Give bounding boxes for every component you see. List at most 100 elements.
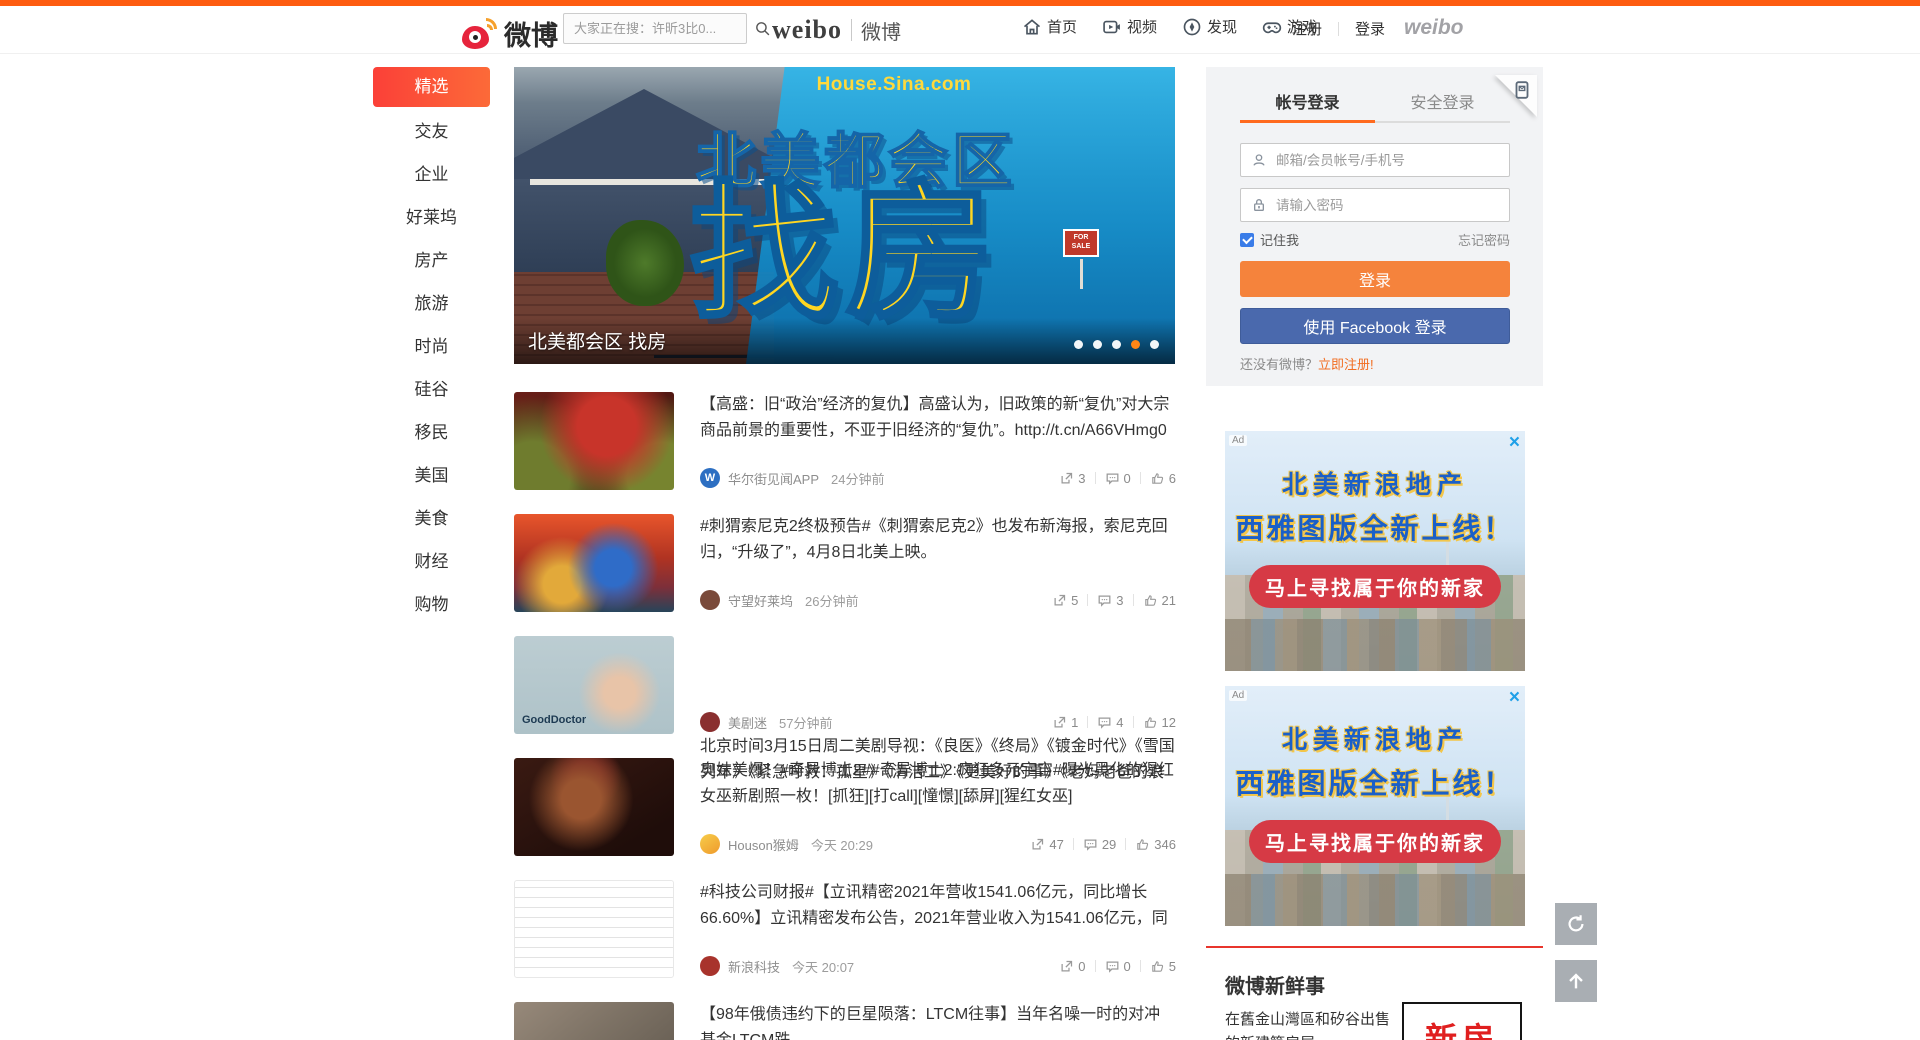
- carousel-dot-5[interactable]: [1150, 340, 1159, 349]
- like-button[interactable]: 6: [1150, 471, 1176, 486]
- ad-cta-button[interactable]: 马上寻找属于你的新家: [1249, 820, 1501, 863]
- sidebar-item-finance[interactable]: 财经: [373, 540, 490, 583]
- remember-me-checkbox[interactable]: [1240, 233, 1254, 247]
- fresh-news-thumbnail[interactable]: 新房: [1402, 1002, 1522, 1040]
- avatar[interactable]: [700, 956, 720, 976]
- auth-links: 注册 登录: [1292, 18, 1385, 39]
- sidebar-item-immigration[interactable]: 移民: [373, 411, 490, 454]
- like-button[interactable]: 5: [1150, 959, 1176, 974]
- carousel-headline-2: 找房: [690, 171, 990, 337]
- sidebar-item-shopping[interactable]: 购物: [373, 583, 490, 626]
- ad-banner-seattle-1[interactable]: 北美新浪地产 西雅图版全新上线！ 马上寻找属于你的新家 Ad ×: [1225, 431, 1525, 671]
- tab-safe-login[interactable]: 安全登录: [1375, 89, 1510, 113]
- category-sidebar: 精选 交友 企业 好莱坞 房产 旅游 时尚 硅谷 移民 美国 美食 财经 购物: [373, 67, 490, 626]
- comment-button[interactable]: 29: [1083, 837, 1116, 852]
- comment-button[interactable]: 4: [1097, 715, 1123, 730]
- carousel-dot-4-active[interactable]: [1131, 340, 1140, 349]
- share-icon: [1059, 959, 1074, 974]
- login-link[interactable]: 登录: [1355, 18, 1385, 39]
- fresh-news-item-text[interactable]: 在舊金山灣區和矽谷出售的新建築房屋: [1225, 1008, 1397, 1040]
- register-link[interactable]: 注册: [1292, 18, 1322, 39]
- post-thumbnail[interactable]: [514, 514, 674, 612]
- post-thumbnail[interactable]: [514, 1002, 674, 1040]
- comment-button[interactable]: 0: [1105, 471, 1131, 486]
- post-thumbnail[interactable]: GoodDoctor: [514, 636, 674, 734]
- like-button[interactable]: 21: [1143, 593, 1176, 608]
- nav-home[interactable]: 首页: [1022, 16, 1077, 37]
- post-text[interactable]: 【高盛：旧“政治”经济的复仇】高盛认为，旧政策的新“复仇”对大宗商品前景的重要性…: [700, 392, 1176, 444]
- like-button[interactable]: 12: [1143, 715, 1176, 730]
- comment-button[interactable]: 3: [1097, 593, 1123, 608]
- share-button[interactable]: 0: [1059, 959, 1085, 974]
- author-name[interactable]: Houson猴姆: [728, 835, 799, 854]
- ad-close-icon[interactable]: ×: [1509, 688, 1520, 707]
- for-sale-sign: FOR SALE: [1063, 229, 1099, 257]
- post-time: 今天 20:29: [811, 835, 873, 854]
- nav-discover[interactable]: 发现: [1182, 16, 1237, 37]
- back-to-top-button[interactable]: [1555, 960, 1597, 1002]
- ad-cta-button[interactable]: 马上寻找属于你的新家: [1249, 565, 1501, 608]
- forgot-password-link[interactable]: 忘记密码: [1458, 230, 1510, 249]
- weibo-logo[interactable]: 微博: [462, 14, 558, 53]
- post-thumbnail[interactable]: [514, 880, 674, 978]
- search-input[interactable]: [564, 21, 754, 36]
- comment-icon: [1105, 959, 1120, 974]
- carousel-dot-3[interactable]: [1112, 340, 1121, 349]
- carousel-dot-2[interactable]: [1093, 340, 1102, 349]
- share-icon: [1052, 715, 1067, 730]
- hero-carousel[interactable]: House.Sina.com 北美都会区 找房 FOR SALE 北美都会区 找…: [514, 67, 1175, 364]
- sidebar-item-food[interactable]: 美食: [373, 497, 490, 540]
- author-name[interactable]: 华尔街见闻APP: [728, 469, 819, 488]
- post-text[interactable]: #科技公司财报#【立讯精密2021年营收1541.06亿元，同比增长66.60%…: [700, 880, 1176, 932]
- ad-close-icon[interactable]: ×: [1509, 433, 1520, 452]
- author-name[interactable]: 美剧迷: [728, 713, 767, 732]
- signup-link[interactable]: 立即注册!: [1318, 357, 1374, 372]
- sidebar-item-dating[interactable]: 交友: [373, 110, 490, 153]
- avatar[interactable]: [700, 590, 720, 610]
- like-icon: [1135, 837, 1150, 852]
- nav-video[interactable]: 视频: [1102, 16, 1157, 37]
- weibo-intl-logo[interactable]: weibo: [1404, 16, 1464, 40]
- login-button[interactable]: 登录: [1240, 261, 1510, 297]
- share-button[interactable]: 3: [1059, 471, 1085, 486]
- sidebar-item-featured[interactable]: 精选: [373, 67, 490, 107]
- share-button[interactable]: 47: [1030, 837, 1063, 852]
- sidebar-item-siliconvalley[interactable]: 硅谷: [373, 368, 490, 411]
- author-name[interactable]: 新浪科技: [728, 957, 780, 976]
- tab-account-login[interactable]: 帐号登录: [1240, 89, 1375, 113]
- author-name[interactable]: 守望好莱坞: [728, 591, 793, 610]
- sidebar-item-travel[interactable]: 旅游: [373, 282, 490, 325]
- password-input[interactable]: [1276, 198, 1509, 213]
- account-input[interactable]: [1276, 153, 1509, 168]
- carousel-dot-1[interactable]: [1074, 340, 1083, 349]
- post-thumbnail[interactable]: [514, 392, 674, 490]
- comment-icon: [1097, 715, 1112, 730]
- avatar[interactable]: W: [700, 468, 720, 488]
- avatar[interactable]: [700, 712, 720, 732]
- search-icon[interactable]: [754, 14, 771, 43]
- facebook-login-button[interactable]: 使用 Facebook 登录: [1240, 308, 1510, 344]
- section-divider: [1206, 946, 1543, 948]
- share-button[interactable]: 1: [1052, 715, 1078, 730]
- avatar[interactable]: [700, 834, 720, 854]
- weibo-wordmark: weibo 微博: [772, 15, 901, 45]
- ad-banner-seattle-2[interactable]: 北美新浪地产 西雅图版全新上线！ 马上寻找属于你的新家 Ad ×: [1225, 686, 1525, 926]
- post-thumbnail[interactable]: [514, 758, 674, 856]
- sidebar-item-business[interactable]: 企业: [373, 153, 490, 196]
- sidebar-item-hollywood[interactable]: 好莱坞: [373, 196, 490, 239]
- post-text[interactable]: 奥妹美爆！#奇异博士2##奇异博士2:疯狂多元宇宙#曝光黑化的猩红女巫新剧照一枚…: [700, 758, 1176, 810]
- sidebar-item-fashion[interactable]: 时尚: [373, 325, 490, 368]
- qr-login-corner[interactable]: [1495, 75, 1537, 117]
- share-button[interactable]: 5: [1052, 593, 1078, 608]
- remember-me-label: 记住我: [1260, 230, 1299, 249]
- header-nav: 首页 视频 发现 游戏: [1022, 16, 1317, 37]
- share-icon: [1052, 593, 1067, 608]
- sidebar-item-usa[interactable]: 美国: [373, 454, 490, 497]
- post-text[interactable]: #刺猬索尼克2终极预告#《刺猬索尼克2》也发布新海报，索尼克回归，“升级了”，4…: [700, 514, 1176, 566]
- sidebar-item-realestate[interactable]: 房产: [373, 239, 490, 282]
- post-text[interactable]: 【98年俄债违约下的巨星陨落：LTCM往事】当年名噪一时的对冲基金LTCM跌: [700, 1002, 1176, 1040]
- comment-button[interactable]: 0: [1105, 959, 1131, 974]
- like-button[interactable]: 346: [1135, 837, 1176, 852]
- refresh-button[interactable]: [1555, 903, 1597, 945]
- wordmark-en: weibo: [772, 15, 842, 45]
